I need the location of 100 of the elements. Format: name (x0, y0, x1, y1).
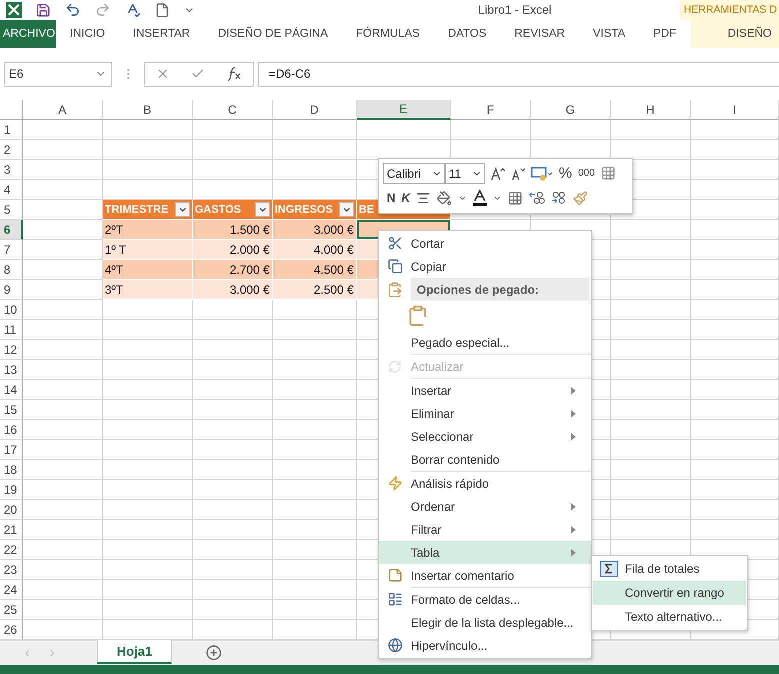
filter-button[interactable] (339, 202, 354, 217)
row-header[interactable]: 12 (0, 340, 23, 360)
menu-item[interactable]: Ordenar (379, 495, 591, 518)
column-header[interactable]: F (451, 100, 531, 120)
column-header[interactable]: G (531, 100, 611, 120)
filter-button[interactable] (175, 202, 190, 217)
ribbon-tab[interactable]: DISEÑO (690, 20, 779, 48)
menu-item[interactable]: Tabla (379, 541, 591, 564)
ribbon-tab[interactable]: PDF (640, 20, 691, 48)
filter-button[interactable] (255, 202, 270, 217)
cell-text: 3.000 € (230, 282, 270, 296)
column-header[interactable]: E (357, 100, 451, 120)
row-header[interactable]: 4 (0, 180, 23, 200)
row-header[interactable]: 15 (0, 400, 23, 420)
save-icon[interactable] (36, 2, 51, 18)
column-header[interactable]: C (193, 100, 273, 120)
decrease-decimal-icon[interactable] (529, 191, 546, 206)
new-file-icon[interactable] (155, 2, 170, 18)
row-header[interactable]: 14 (0, 380, 23, 400)
font-size-field[interactable]: 11 (445, 163, 485, 184)
menu-item[interactable]: Elegir de la lista desplegable... (379, 611, 591, 634)
menu-item[interactable]: Eliminar (379, 402, 591, 425)
menu-item[interactable]: Hipervínculo... (379, 634, 591, 657)
function-icon[interactable] (226, 67, 242, 81)
row-header[interactable]: 6 (0, 220, 23, 240)
lightning-icon (388, 476, 402, 491)
row-header[interactable]: 24 (0, 580, 23, 600)
ribbon-tab[interactable]: VISTA (579, 20, 640, 48)
menu-item[interactable]: Seleccionar (379, 425, 591, 448)
ribbon-tab[interactable]: ARCHIVO (0, 20, 56, 48)
row-header[interactable]: 11 (0, 320, 23, 340)
menu-item[interactable]: Copiar (379, 255, 591, 278)
row-header[interactable]: 23 (0, 560, 23, 580)
ribbon-tab[interactable]: FÓRMULAS (342, 20, 434, 48)
name-box[interactable]: E6 (4, 62, 112, 86)
menu-item[interactable]: Borrar contenido (379, 448, 591, 471)
align-center-icon[interactable] (416, 190, 432, 206)
bold-button[interactable]: N (387, 191, 396, 206)
row-header[interactable]: 22 (0, 540, 23, 560)
row-header[interactable]: 21 (0, 520, 23, 540)
column-header[interactable]: I (691, 100, 779, 120)
thousands-button[interactable]: 000 (578, 168, 596, 180)
row-header[interactable]: 8 (0, 260, 23, 280)
column-header[interactable]: H (611, 100, 691, 120)
row-header[interactable]: 20 (0, 500, 23, 520)
row-header[interactable]: 18 (0, 460, 23, 480)
add-sheet-icon[interactable] (206, 645, 222, 661)
row-header[interactable]: 16 (0, 420, 23, 440)
font-name-field[interactable]: Calibri (383, 163, 445, 184)
row-header[interactable]: 19 (0, 480, 23, 500)
formula-field[interactable]: =D6-C6 (258, 62, 779, 86)
italic-button[interactable]: K (402, 191, 410, 206)
ribbon-tab[interactable]: DATOS (434, 20, 501, 48)
menu-item[interactable]: Formato de celdas... (379, 588, 591, 611)
sheet-tab[interactable]: Hoja1 (97, 640, 172, 664)
menu-item[interactable]: Insertar comentario (379, 564, 591, 587)
row-header[interactable]: 1 (0, 120, 23, 140)
menu-item[interactable]: Texto alternativo... (593, 605, 746, 629)
column-header[interactable]: B (103, 100, 193, 120)
ribbon-tab[interactable]: DISEÑO DE PÁGINA (204, 20, 342, 48)
row-header[interactable]: 10 (0, 300, 23, 320)
percent-button[interactable]: % (559, 165, 572, 182)
menu-item[interactable]: Fila de totales (593, 557, 746, 581)
undo-icon[interactable] (65, 2, 81, 18)
fill-color-icon[interactable] (437, 190, 452, 206)
row-header[interactable]: 26 (0, 620, 23, 640)
menu-item[interactable]: Insertar (379, 379, 591, 402)
grow-font-icon[interactable] (491, 166, 505, 181)
column-header[interactable]: D (273, 100, 357, 120)
row-header[interactable]: 7 (0, 240, 23, 260)
ribbon-tab[interactable]: INSERTAR (119, 20, 204, 48)
row-header[interactable]: 5 (0, 200, 23, 220)
row-header[interactable]: 17 (0, 440, 23, 460)
merge-cells-icon[interactable] (601, 166, 616, 182)
menu-item[interactable]: Filtrar (379, 518, 591, 541)
submenu-arrow-icon (571, 502, 576, 510)
header-text: BE (359, 204, 374, 216)
increase-decimal-icon[interactable] (551, 191, 568, 206)
ribbon-tab[interactable]: INICIO (56, 20, 120, 48)
cell-text: 2ºT (105, 222, 124, 236)
header-text: GASTOS (195, 204, 242, 216)
font-color-icon[interactable] (473, 190, 488, 206)
ribbon-tab[interactable]: REVISAR (500, 20, 580, 48)
currency-icon[interactable] (531, 166, 553, 182)
menu-item[interactable]: Convertir en rango (593, 581, 746, 605)
row-header[interactable]: 9 (0, 280, 23, 300)
refresh-icon (388, 360, 402, 374)
borders-icon[interactable] (508, 190, 524, 206)
grip-icon (126, 68, 130, 80)
submenu-arrow-icon (571, 386, 576, 394)
row-header[interactable]: 25 (0, 600, 23, 620)
menu-item[interactable]: Análisis rápido (379, 472, 591, 495)
shrink-font-icon[interactable] (511, 166, 525, 181)
menu-item[interactable]: Pegado especial... (379, 331, 591, 354)
row-header[interactable]: 2 (0, 140, 23, 160)
menu-item[interactable]: Cortar (379, 232, 591, 255)
column-header[interactable]: A (23, 100, 103, 120)
row-header[interactable]: 3 (0, 160, 23, 180)
cell-text: 4ºT (105, 262, 124, 276)
row-header[interactable]: 13 (0, 360, 23, 380)
